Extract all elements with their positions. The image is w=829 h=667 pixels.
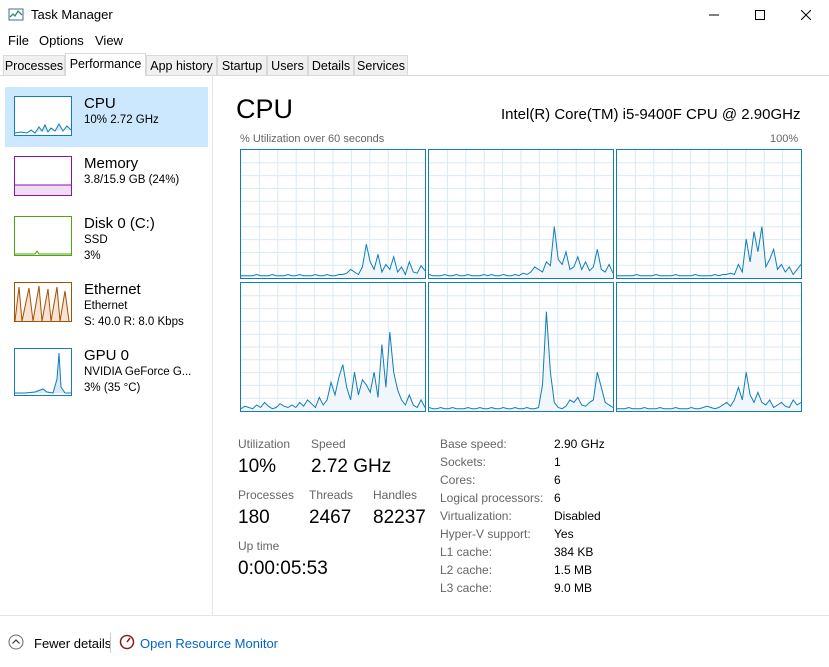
window-title: Task Manager [31,7,113,22]
spec-label: Sockets: [440,455,487,469]
cpu-core-graph-plot [617,150,801,278]
sidebar-item-ethernet[interactable]: Ethernet Ethernet S: 40.0 R: 8.0 Kbps [5,275,208,337]
spec-value: 1.5 MB [554,563,593,577]
menu-view[interactable]: View [95,33,123,48]
resource-sidebar: CPU 10% 2.72 GHz Memory 3.8/15.9 GB (24%… [0,75,213,615]
sidebar-item-gpu[interactable]: GPU 0 NVIDIA GeForce G... 3% (35 °C) [5,341,208,403]
spec-label: Virtualization: [440,509,512,523]
sidebar-item-label: Ethernet [84,281,141,298]
spec-value: Yes [554,527,574,541]
cpu-core-graph [240,282,426,412]
spec-label: L1 cache: [440,545,493,559]
footer-bar: Fewer details Open Resource Monitor [0,615,829,667]
spec-value: 9.0 MB [554,581,593,595]
cpu-core-graph-plot [429,283,613,411]
cpu-core-graph-plot [617,283,801,411]
cpu-model-name: Intel(R) Core(TM) i5-9400F CPU @ 2.90GHz [501,106,801,123]
minimize-icon [709,14,719,16]
sidebar-item-detail: 3% (35 °C) [84,382,141,394]
resource-monitor-icon [119,634,135,650]
disk-thumbnail-graph [14,216,72,256]
tab-processes[interactable]: Processes [3,55,65,75]
utilization-label: Utilization [238,437,291,451]
sidebar-item-detail: NVIDIA GeForce G... [84,366,192,378]
tab-startup[interactable]: Startup [217,55,267,75]
fewer-details-button[interactable]: Fewer details [34,636,111,651]
spec-value: 6 [554,491,561,505]
menu-options[interactable]: Options [39,33,84,48]
threads-label: Threads [309,488,354,502]
sidebar-item-detail: 10% 2.72 GHz [84,114,159,126]
sidebar-item-memory[interactable]: Memory 3.8/15.9 GB (24%) [5,149,208,209]
tab-performance[interactable]: Performance [65,53,146,76]
processes-value: 180 [238,507,270,528]
gpu-thumbnail-graph [14,348,72,396]
graph-max-label: 100% [770,133,799,145]
cpu-core-graph-plot [241,283,425,411]
sidebar-item-detail: 3.8/15.9 GB (24%) [84,174,180,186]
memory-thumbnail-graph [14,156,72,196]
tab-services[interactable]: Services [354,55,408,75]
spec-label: Cores: [440,473,476,487]
sidebar-item-cpu[interactable]: CPU 10% 2.72 GHz [5,87,208,147]
menu-bar: File Options View [0,30,829,52]
spec-label: Base speed: [440,437,507,451]
maximize-button[interactable] [737,0,783,30]
cpu-core-graph [428,282,614,412]
cpu-thumbnail-graph [14,96,72,136]
chevron-up-icon[interactable] [8,634,24,650]
sidebar-item-detail: 3% [84,250,101,262]
cpu-core-graph [240,149,426,279]
minimize-button[interactable] [691,0,737,30]
sidebar-item-label: Disk 0 (C:) [84,215,155,232]
uptime-label: Up time [238,539,280,553]
close-button[interactable] [783,0,829,30]
task-manager-icon [8,7,24,23]
tab-details[interactable]: Details [308,55,354,75]
ethernet-thumbnail-graph [14,282,72,322]
speed-label: Speed [311,437,346,451]
spec-value: 384 KB [554,545,594,559]
spec-value: 6 [554,473,561,487]
spec-value: 1 [554,455,561,469]
threads-value: 2467 [309,507,352,528]
spec-label: Logical processors: [440,491,544,505]
spec-value: Disabled [554,509,601,523]
sidebar-item-detail: S: 40.0 R: 8.0 Kbps [84,316,184,328]
spec-label: L2 cache: [440,563,493,577]
menu-file[interactable]: File [8,33,29,48]
tab-users[interactable]: Users [267,55,308,75]
spec-label: Hyper-V support: [440,527,531,541]
sidebar-item-detail: SSD [84,234,108,246]
cpu-core-graph [616,149,802,279]
graph-caption: % Utilization over 60 seconds [240,133,385,145]
speed-value: 2.72 GHz [311,456,392,477]
open-resource-monitor-link[interactable]: Open Resource Monitor [140,636,278,651]
tab-app-history[interactable]: App history [146,55,217,75]
cpu-core-graph [616,282,802,412]
cpu-core-graph-plot [429,150,613,278]
maximize-icon [755,10,765,20]
sidebar-item-detail: Ethernet [84,300,128,312]
cpu-core-graph-plot [241,150,425,278]
sidebar-item-label: Memory [84,155,139,172]
title-bar[interactable]: Task Manager [0,0,829,30]
footer-divider [110,633,111,653]
cpu-core-graph [428,149,614,279]
utilization-value: 10% [238,456,277,477]
close-icon [801,10,811,20]
page-title: CPU [236,94,294,124]
handles-label: Handles [373,488,418,502]
uptime-value: 0:00:05:53 [238,558,328,579]
sidebar-item-label: CPU [84,95,116,112]
sidebar-item-disk[interactable]: Disk 0 (C:) SSD 3% [5,209,208,271]
handles-value: 82237 [373,507,426,528]
spec-label: L3 cache: [440,581,493,595]
spec-value: 2.90 GHz [554,437,605,451]
processes-label: Processes [238,488,295,502]
sidebar-item-label: GPU 0 [84,347,130,364]
tab-bar: Processes Performance App history Startu… [0,53,829,76]
